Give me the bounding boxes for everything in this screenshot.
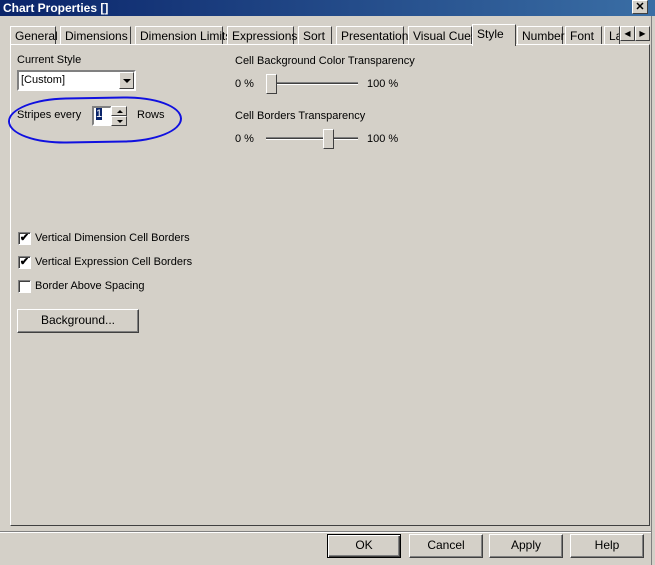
current-style-value: [Custom] — [21, 74, 66, 86]
bg-transparency-max-label: 100 % — [367, 78, 399, 90]
tab-style[interactable]: Style — [472, 24, 516, 46]
window-border — [651, 16, 655, 565]
vertical-expression-borders-checkbox[interactable]: ✔ — [18, 256, 31, 269]
close-button[interactable]: ✕ — [632, 0, 648, 14]
annotation-circle — [7, 95, 183, 145]
cancel-button[interactable]: Cancel — [409, 534, 483, 558]
border-transparency-min-label: 0 % — [235, 133, 254, 145]
bg-transparency-slider[interactable] — [266, 74, 277, 94]
tab-general[interactable]: General — [10, 26, 58, 45]
border-transparency-slider[interactable] — [322, 129, 334, 149]
tab-font[interactable]: Font — [565, 26, 602, 45]
dropdown-button[interactable] — [119, 72, 134, 89]
apply-button[interactable]: Apply — [489, 534, 563, 558]
arrow-right-icon: ▶ — [639, 29, 646, 38]
current-style-dropdown[interactable]: [Custom] — [17, 70, 136, 91]
title-bar: Chart Properties [] ✕ — [0, 0, 655, 16]
tab-sort[interactable]: Sort — [298, 26, 332, 45]
bg-transparency-min-label: 0 % — [235, 78, 254, 90]
border-transparency-label: Cell Borders Transparency — [235, 110, 366, 122]
chevron-down-icon — [123, 79, 131, 83]
tab-number[interactable]: Number — [517, 26, 565, 45]
ok-button[interactable]: OK — [327, 534, 401, 558]
border-above-spacing-checkbox[interactable] — [18, 280, 31, 293]
help-button[interactable]: Help — [570, 534, 644, 558]
tab-scroll-right-button[interactable]: ▶ — [635, 26, 650, 41]
tab-scroll-left-button[interactable]: ◀ — [620, 26, 635, 41]
window-title: Chart Properties [] — [3, 1, 109, 15]
vertical-dimension-borders-checkbox[interactable]: ✔ — [18, 232, 31, 245]
bg-transparency-track — [266, 82, 358, 85]
tab-presentation[interactable]: Presentation — [336, 26, 408, 45]
tab-layout[interactable]: La — [604, 26, 620, 45]
tab-dimension-limits[interactable]: Dimension Limits — [135, 26, 231, 45]
background-button[interactable]: Background... — [17, 309, 139, 333]
current-style-label: Current Style — [17, 54, 82, 66]
bg-transparency-label: Cell Background Color Transparency — [235, 55, 415, 67]
border-above-spacing-label: Border Above Spacing — [35, 280, 145, 292]
tab-visual-cues[interactable]: Visual Cues — [408, 26, 477, 45]
checkmark-icon: ✔ — [19, 256, 30, 268]
arrow-left-icon: ◀ — [624, 29, 631, 38]
close-icon: ✕ — [635, 1, 645, 13]
checkmark-icon: ✔ — [19, 232, 30, 244]
border-transparency-track — [266, 137, 358, 140]
tab-dimensions[interactable]: Dimensions — [60, 26, 131, 45]
tab-strip: General Dimensions Dimension Limits Expr… — [10, 24, 650, 46]
vertical-expression-borders-label: Vertical Expression Cell Borders — [35, 256, 193, 268]
footer-divider — [0, 531, 651, 533]
tab-expressions[interactable]: Expressions — [227, 26, 297, 45]
border-transparency-max-label: 100 % — [367, 133, 399, 145]
vertical-dimension-borders-label: Vertical Dimension Cell Borders — [35, 232, 190, 244]
